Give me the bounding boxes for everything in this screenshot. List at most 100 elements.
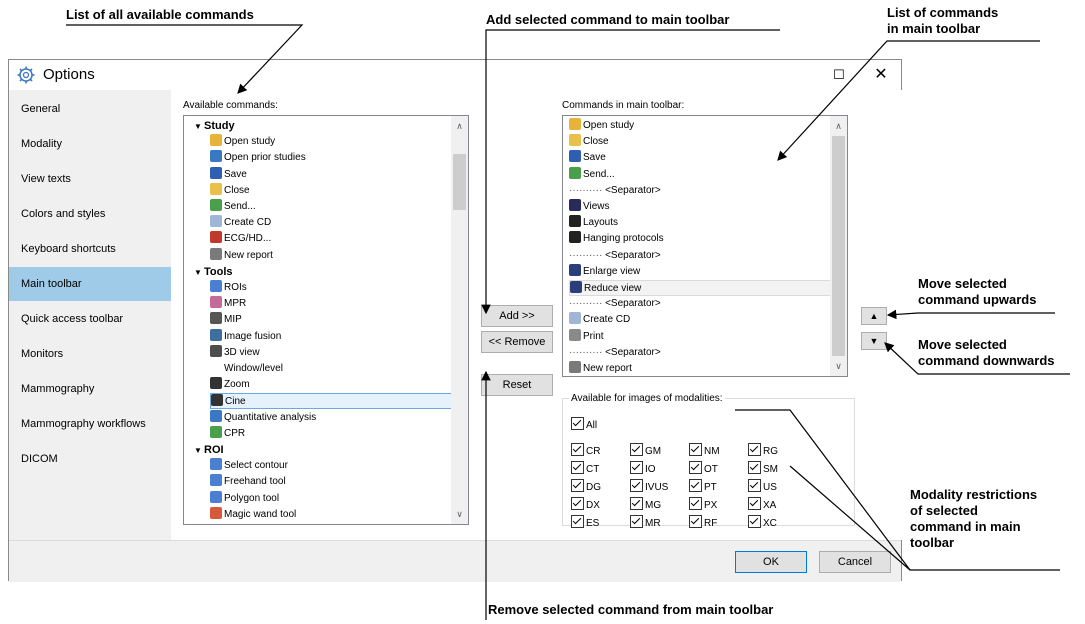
command-item[interactable]: Open study xyxy=(569,118,835,134)
modality-all-checkbox[interactable]: All xyxy=(571,417,597,433)
command-item[interactable]: Views xyxy=(569,199,835,215)
command-item[interactable]: Image fusion xyxy=(210,328,468,345)
modality-checkbox-ot[interactable]: OT xyxy=(689,461,718,477)
modality-checkbox-dx[interactable]: DX xyxy=(571,497,600,513)
sidebar-item-quick-access-toolbar[interactable]: Quick access toolbar xyxy=(9,302,171,336)
modality-checkbox-gm[interactable]: GM xyxy=(630,443,661,459)
command-item[interactable]: Open study xyxy=(210,134,468,150)
tree-group[interactable]: ▼ ROI xyxy=(194,442,460,458)
cancel-button[interactable]: Cancel xyxy=(819,551,891,573)
command-item[interactable]: Save xyxy=(569,150,835,166)
command-item[interactable]: Zoom xyxy=(210,377,468,393)
scroll-up-icon[interactable]: ∧ xyxy=(830,118,847,134)
command-item[interactable]: Quantitative analysis xyxy=(210,409,468,426)
command-item[interactable]: Magic wand tool xyxy=(210,506,468,523)
command-item[interactable]: ROIs xyxy=(210,280,468,296)
command-item[interactable]: Layouts xyxy=(569,215,835,231)
modality-checkbox-px[interactable]: PX xyxy=(689,497,717,513)
separator-item[interactable]: ·········· <Separator> xyxy=(569,248,835,264)
modality-checkbox-us[interactable]: US xyxy=(748,479,777,495)
sidebar-item-mammography[interactable]: Mammography xyxy=(9,372,171,406)
close-button[interactable]: ✕ xyxy=(861,60,901,90)
tree-group[interactable]: ▼ Tools xyxy=(194,264,460,280)
modality-checkbox-rf[interactable]: RF xyxy=(689,515,717,531)
sidebar-item-colors-and-styles[interactable]: Colors and styles xyxy=(9,197,171,231)
sidebar-item-modality[interactable]: Modality xyxy=(9,127,171,161)
sidebar-item-keyboard-shortcuts[interactable]: Keyboard shortcuts xyxy=(9,232,171,266)
available-commands-list[interactable]: ▼ Study Open study Open prior studies Save Cl… xyxy=(183,115,469,525)
modality-checkbox-mg[interactable]: MG xyxy=(630,497,661,513)
reset-button[interactable]: Reset xyxy=(481,374,553,396)
command-item[interactable]: Enlarge view xyxy=(569,263,835,280)
modality-checkbox-pt[interactable]: PT xyxy=(689,479,717,495)
main-toolbar-list[interactable]: Open study Close Save Send... ·········· <Se… xyxy=(562,115,848,377)
expand-caret-icon[interactable]: ▼ xyxy=(194,265,204,281)
command-item[interactable]: MPR xyxy=(210,296,468,312)
modality-label: GM xyxy=(645,446,662,457)
command-item[interactable]: Reduce view xyxy=(569,280,835,296)
command-item[interactable]: Send... xyxy=(210,199,468,215)
scroll-up-icon[interactable]: ∧ xyxy=(451,118,468,134)
command-item[interactable]: Save xyxy=(210,166,468,183)
command-item[interactable]: Close xyxy=(210,182,468,199)
remove-button[interactable]: << Remove xyxy=(481,331,553,353)
separator-item[interactable]: ·········· <Separator> xyxy=(569,345,835,361)
sidebar-item-general[interactable]: General xyxy=(9,92,171,126)
move-up-button[interactable]: ▲ xyxy=(861,307,887,325)
maximize-button[interactable]: ☐ xyxy=(819,60,859,90)
move-down-button[interactable]: ▼ xyxy=(861,332,887,350)
separator-item[interactable]: ·········· <Separator> xyxy=(569,183,835,199)
command-item[interactable]: ECG/HD... xyxy=(210,231,468,247)
tree-group[interactable]: ▼ Study xyxy=(194,118,460,134)
magic-wand-icon xyxy=(210,506,222,519)
command-item[interactable]: Create CD xyxy=(210,215,468,231)
scroll-down-icon[interactable]: ∨ xyxy=(830,358,847,374)
sidebar-item-dicom[interactable]: DICOM xyxy=(9,442,171,476)
modality-checkbox-nm[interactable]: NM xyxy=(689,443,720,459)
modality-checkbox-xa[interactable]: XA xyxy=(748,497,776,513)
command-item[interactable]: Print xyxy=(569,328,835,345)
command-item[interactable]: Open prior studies xyxy=(210,150,468,166)
sidebar-item-mammography-workflows[interactable]: Mammography workflows xyxy=(9,407,171,441)
modality-checkbox-mr[interactable]: MR xyxy=(630,515,661,531)
expand-caret-icon[interactable]: ▼ xyxy=(194,119,204,135)
checkbox-icon xyxy=(748,497,761,510)
command-item[interactable]: CPR xyxy=(210,425,468,442)
command-item[interactable]: Window/level xyxy=(210,361,468,377)
sidebar-item-view-texts[interactable]: View texts xyxy=(9,162,171,196)
arrow-move-up xyxy=(886,309,1055,320)
command-item[interactable]: Close xyxy=(569,134,835,150)
command-item[interactable]: New report xyxy=(569,361,835,376)
modality-checkbox-xc[interactable]: XC xyxy=(748,515,777,531)
modality-checkbox-ct[interactable]: CT xyxy=(571,461,599,477)
expand-caret-icon[interactable]: ▼ xyxy=(194,443,204,459)
command-item[interactable]: Hanging protocols xyxy=(569,231,835,247)
scroll-thumb[interactable] xyxy=(453,154,466,210)
command-item[interactable]: Create CD xyxy=(569,312,835,328)
available-scrollbar[interactable]: ∧ ∨ xyxy=(451,116,468,524)
command-item[interactable]: New report xyxy=(210,247,468,264)
scroll-thumb[interactable] xyxy=(832,136,845,356)
add-button[interactable]: Add >> xyxy=(481,305,553,327)
command-item[interactable]: Cine xyxy=(210,393,468,410)
modality-checkbox-dg[interactable]: DG xyxy=(571,479,601,495)
command-item[interactable]: 3D view xyxy=(210,344,468,361)
sidebar-item-monitors[interactable]: Monitors xyxy=(9,337,171,371)
command-item[interactable]: MIP xyxy=(210,312,468,328)
modality-checkbox-cr[interactable]: CR xyxy=(571,443,600,459)
separator-item[interactable]: ·········· <Separator> xyxy=(569,296,835,312)
sidebar-item-main-toolbar[interactable]: Main toolbar xyxy=(9,267,171,301)
main-toolbar-scrollbar[interactable]: ∧ ∨ xyxy=(830,116,847,376)
reduce-view-icon xyxy=(570,281,582,293)
modality-checkbox-rg[interactable]: RG xyxy=(748,443,778,459)
modality-checkbox-es[interactable]: ES xyxy=(571,515,599,531)
command-item[interactable]: Freehand tool xyxy=(210,474,468,490)
command-item[interactable]: Polygon tool xyxy=(210,490,468,507)
command-item[interactable]: Select contour xyxy=(210,458,468,474)
modality-checkbox-sm[interactable]: SM xyxy=(748,461,778,477)
command-item[interactable]: Send... xyxy=(569,166,835,183)
modality-checkbox-ivus[interactable]: IVUS xyxy=(630,479,668,495)
ok-button[interactable]: OK xyxy=(735,551,807,573)
modality-checkbox-io[interactable]: IO xyxy=(630,461,656,477)
scroll-down-icon[interactable]: ∨ xyxy=(451,506,468,522)
